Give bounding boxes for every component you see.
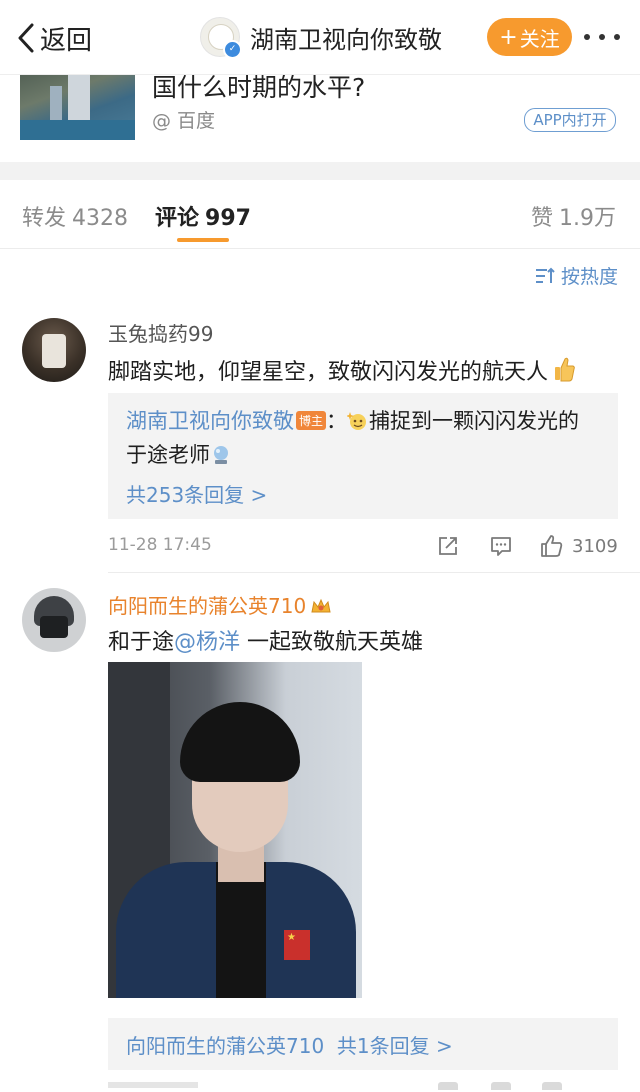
thumbs-up-icon[interactable] <box>542 1082 562 1090</box>
blogger-badge: 博主 <box>296 411 327 430</box>
tab-like-count: 1.9万 <box>559 206 616 231</box>
crystal-ball-emoji-icon <box>214 446 228 464</box>
back-label: 返回 <box>40 25 93 56</box>
shared-link-source: @ 百度 <box>152 110 216 132</box>
comment-username[interactable]: 向阳而生的蒲公英710 <box>108 590 332 619</box>
avatar[interactable] <box>22 588 86 652</box>
comment-icon <box>491 537 511 556</box>
share-button[interactable] <box>436 532 460 560</box>
sort-icon <box>535 267 555 283</box>
comment-body: 脚踏实地，仰望星空，致敬闪闪发光的航天人 <box>108 360 549 385</box>
comment-meta-row: 11-28 17:45 3109 <box>108 532 620 560</box>
follow-button[interactable]: + 关注 <box>487 18 572 56</box>
comment-timestamp <box>108 1082 198 1088</box>
comment-timestamp: 11-28 17:45 <box>108 535 212 555</box>
plus-icon: + <box>499 24 518 50</box>
avatar[interactable]: ✓ <box>200 17 242 59</box>
tab-comment[interactable]: 评论 997 <box>155 200 251 232</box>
open-in-app-button[interactable]: APP内打开 <box>524 108 616 132</box>
reply-author[interactable]: 湖南卫视向你致敬 <box>126 409 294 433</box>
share-icon[interactable] <box>438 1082 458 1090</box>
thumbs-up-emoji-icon <box>555 357 575 382</box>
tab-comment-label: 评论 <box>155 206 200 231</box>
dot-icon <box>584 34 590 40</box>
tab-like[interactable]: 赞 1.9万 <box>531 200 616 232</box>
more-options-button[interactable] <box>584 26 620 48</box>
reply-text: 于途老师 <box>126 443 210 467</box>
sort-by-hot-button[interactable]: 按热度 <box>535 262 618 289</box>
top-navigation-bar: 返回 ✓ 湖南卫视向你致敬 + 关注 <box>0 0 640 75</box>
reply-summary-count: 共1条回复 > <box>336 1034 453 1058</box>
reply-preview-box[interactable]: 湖南卫视向你致敬 博主： 捕捉到一颗闪闪发光的 于途老师 共253条回复 > <box>108 393 618 519</box>
dot-icon <box>614 34 620 40</box>
crown-badge-icon <box>311 598 331 613</box>
comment-meta-row <box>108 1082 620 1092</box>
view-replies-link[interactable]: 共253条回复 > <box>126 479 267 508</box>
verified-icon: ✓ <box>223 40 242 59</box>
page-title: 湖南卫视向你致敬 <box>250 25 442 54</box>
tab-like-label: 赞 <box>530 206 553 231</box>
share-icon <box>439 537 457 555</box>
tab-repost-label: 转发 <box>22 206 67 231</box>
tab-comment-count: 997 <box>205 206 251 231</box>
comment-icon[interactable] <box>491 1082 511 1090</box>
comment-username[interactable]: 玉兔捣药99 <box>108 318 213 347</box>
tab-repost-count: 4328 <box>72 206 129 231</box>
back-button[interactable]: 返回 <box>16 18 92 58</box>
flag-patch-icon: ★ <box>284 930 310 960</box>
like-button[interactable]: 3109 <box>540 532 618 560</box>
tab-repost[interactable]: 转发 4328 <box>22 200 128 232</box>
reply-summary-author: 向阳而生的蒲公英710 <box>126 1034 325 1058</box>
avatar[interactable] <box>22 318 86 382</box>
active-tab-indicator <box>177 238 229 242</box>
reply-preview-box[interactable]: 向阳而生的蒲公英710 共1条回复 > <box>108 1018 618 1070</box>
reply-button[interactable] <box>489 532 513 560</box>
shared-link-card[interactable]: 国什么时期的水平? @ 百度 APP内打开 <box>0 68 640 162</box>
thumbs-up-icon <box>541 535 563 557</box>
shared-link-thumbnail <box>20 68 135 140</box>
view-replies-link[interactable]: 向阳而生的蒲公英710 共1条回复 > <box>126 1030 453 1059</box>
reply-line: 湖南卫视向你致敬 博主： 捕捉到一颗闪闪发光的 <box>126 405 579 435</box>
colon-text: ： <box>326 409 348 433</box>
tab-bar: 转发 4328 评论 997 赞 1.9万 <box>0 180 640 249</box>
like-count: 3109 <box>572 535 618 557</box>
chevron-left-icon <box>18 23 34 53</box>
sparkle-face-emoji-icon <box>347 412 367 430</box>
comment-text: 脚踏实地，仰望星空，致敬闪闪发光的航天人 <box>108 354 576 386</box>
sort-label: 按热度 <box>560 266 618 288</box>
follow-label: 关注 <box>519 26 560 51</box>
section-divider <box>0 162 640 180</box>
comment-divider <box>108 572 640 573</box>
comment-body: 一起致敬航天英雄 <box>240 630 424 655</box>
reply-line: 于途老师 <box>126 439 232 469</box>
comment-text: 和于途@杨洋 一起致敬航天英雄 <box>108 624 423 656</box>
comment-username-text: 向阳而生的蒲公英710 <box>108 594 307 618</box>
comment-body: 和于途 <box>108 630 175 655</box>
account-header[interactable]: ✓ 湖南卫视向你致敬 <box>200 16 442 59</box>
reply-text: 捕捉到一颗闪闪发光的 <box>369 409 580 433</box>
user-mention-link[interactable]: @杨洋 <box>174 630 240 655</box>
comment-photo[interactable]: ★ <box>108 662 362 998</box>
dot-icon <box>599 34 605 40</box>
